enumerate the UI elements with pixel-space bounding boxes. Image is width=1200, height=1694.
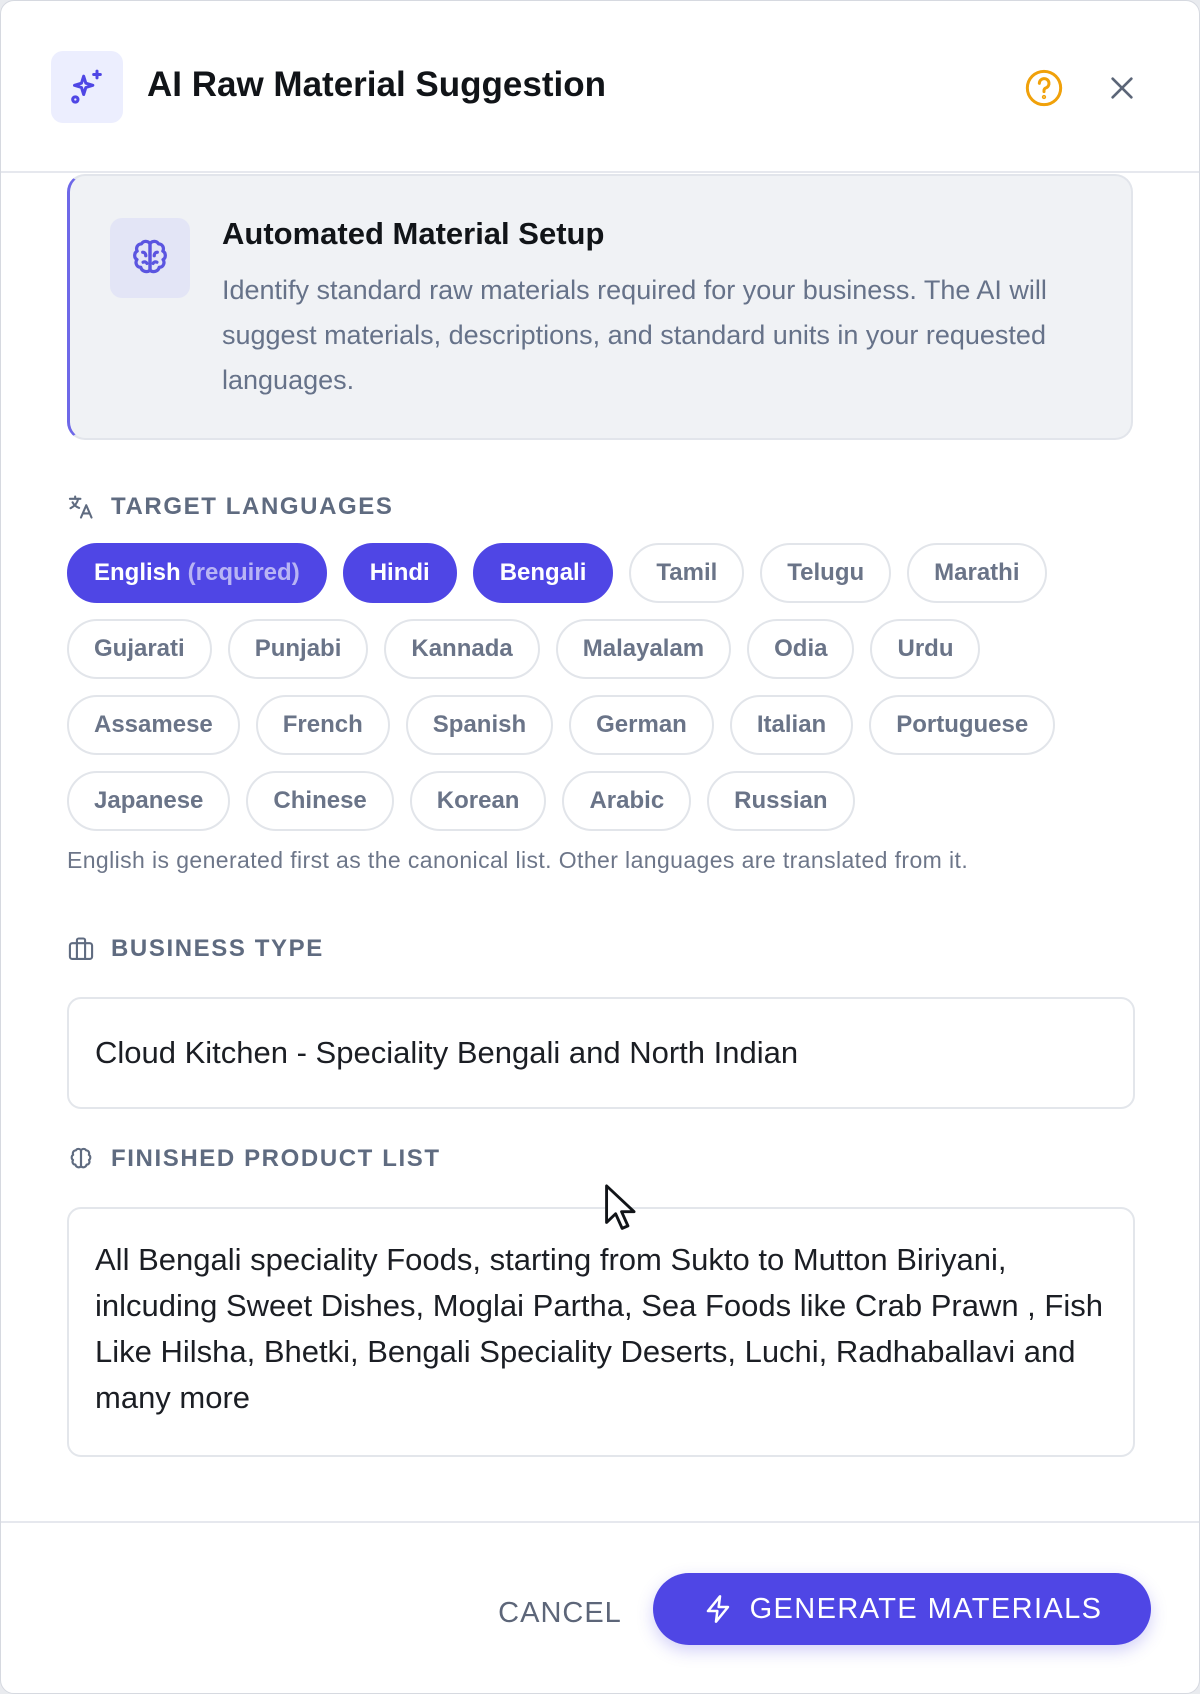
chip-korean[interactable]: Korean bbox=[409, 771, 547, 831]
target-languages-label: TARGET LANGUAGES bbox=[67, 493, 394, 521]
briefcase-icon bbox=[67, 935, 95, 963]
chip-telugu[interactable]: Telugu bbox=[760, 543, 892, 603]
chip-english[interactable]: English (required) bbox=[67, 543, 327, 603]
chip-japanese[interactable]: Japanese bbox=[67, 771, 231, 831]
business-type-input[interactable]: Cloud Kitchen - Speciality Bengali and N… bbox=[67, 997, 1135, 1109]
required-tag: (required) bbox=[187, 559, 300, 586]
chip-row: English (required) Hindi Bengali Tamil T… bbox=[67, 543, 1137, 603]
info-description: Identify standard raw materials required… bbox=[222, 275, 1047, 395]
translate-icon bbox=[67, 493, 95, 521]
languages-hint: English is generated first as the canoni… bbox=[67, 847, 969, 873]
chip-punjabi[interactable]: Punjabi bbox=[227, 619, 369, 679]
chip-gujarati[interactable]: Gujarati bbox=[67, 619, 212, 679]
language-chips: English (required) Hindi Bengali Tamil T… bbox=[67, 543, 1137, 847]
chip-odia[interactable]: Odia bbox=[747, 619, 855, 679]
chip-arabic[interactable]: Arabic bbox=[562, 771, 692, 831]
brain-icon bbox=[110, 218, 190, 298]
help-button[interactable] bbox=[1023, 67, 1065, 109]
chip-row: Assamese French Spanish German Italian P… bbox=[67, 695, 1137, 755]
finished-product-label: FINISHED PRODUCT LIST bbox=[67, 1145, 441, 1173]
chip-marathi[interactable]: Marathi bbox=[907, 543, 1047, 603]
chip-label: English bbox=[94, 559, 181, 586]
finished-product-textarea[interactable]: All Bengali speciality Foods, starting f… bbox=[67, 1207, 1135, 1457]
ai-raw-material-dialog: AI Raw Material Suggestion Automated Mat… bbox=[0, 0, 1200, 1694]
cancel-button[interactable]: CANCEL bbox=[477, 1585, 643, 1641]
chip-hindi[interactable]: Hindi bbox=[342, 543, 457, 603]
chip-german[interactable]: German bbox=[569, 695, 714, 755]
chip-spanish[interactable]: Spanish bbox=[405, 695, 554, 755]
chip-chinese[interactable]: Chinese bbox=[246, 771, 394, 831]
chip-malayalam[interactable]: Malayalam bbox=[555, 619, 732, 679]
chip-row: Gujarati Punjabi Kannada Malayalam Odia … bbox=[67, 619, 1137, 679]
business-type-label: BUSINESS TYPE bbox=[67, 935, 324, 963]
chip-bengali[interactable]: Bengali bbox=[472, 543, 614, 603]
brain-icon bbox=[67, 1145, 95, 1173]
dialog-header: AI Raw Material Suggestion bbox=[1, 1, 1199, 173]
info-title: Automated Material Setup bbox=[222, 216, 605, 251]
close-button[interactable] bbox=[1101, 67, 1143, 109]
generate-materials-button[interactable]: GENERATE MATERIALS bbox=[653, 1573, 1151, 1645]
chip-assamese[interactable]: Assamese bbox=[67, 695, 240, 755]
chip-tamil[interactable]: Tamil bbox=[629, 543, 745, 603]
lightning-icon bbox=[706, 1595, 729, 1623]
finished-product-text: FINISHED PRODUCT LIST bbox=[111, 1145, 441, 1172]
close-icon bbox=[1111, 77, 1133, 99]
chip-urdu[interactable]: Urdu bbox=[870, 619, 981, 679]
dialog-footer: CANCEL GENERATE MATERIALS bbox=[1, 1521, 1199, 1693]
help-circle-icon bbox=[1025, 69, 1063, 107]
chip-russian[interactable]: Russian bbox=[707, 771, 855, 831]
target-languages-text: TARGET LANGUAGES bbox=[111, 493, 394, 520]
chip-italian[interactable]: Italian bbox=[729, 695, 854, 755]
business-type-text: BUSINESS TYPE bbox=[111, 935, 324, 962]
dialog-title: AI Raw Material Suggestion bbox=[147, 65, 606, 104]
sparkles-icon bbox=[51, 51, 123, 123]
generate-materials-label: GENERATE MATERIALS bbox=[749, 1592, 1103, 1625]
chip-french[interactable]: French bbox=[255, 695, 390, 755]
chip-row: Japanese Chinese Korean Arabic Russian bbox=[67, 771, 1137, 831]
info-card: Automated Material Setup Identify standa… bbox=[67, 174, 1133, 440]
chip-portuguese[interactable]: Portuguese bbox=[869, 695, 1056, 755]
chip-kannada[interactable]: Kannada bbox=[384, 619, 540, 679]
